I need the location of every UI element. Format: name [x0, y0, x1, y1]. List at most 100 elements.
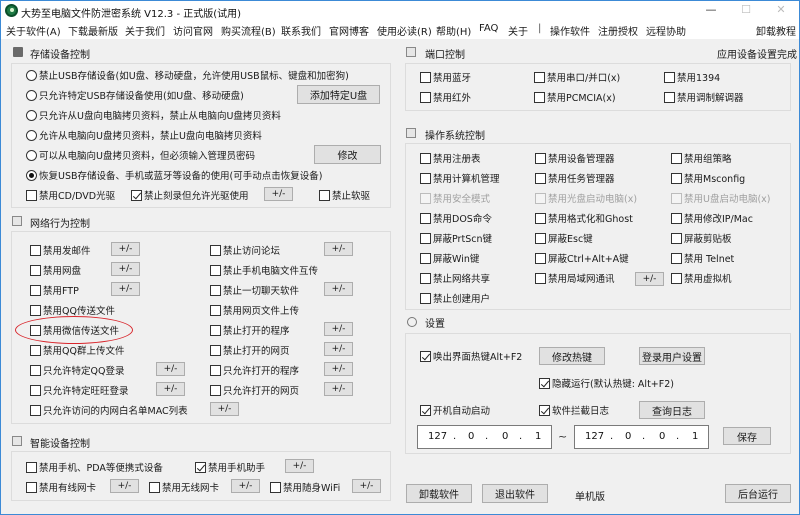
- checkbox-icon[interactable]: [534, 71, 545, 83]
- query-log-button[interactable]: 查询日志: [639, 401, 705, 419]
- checkbox-icon[interactable]: [420, 172, 431, 184]
- checkbox-icon[interactable]: [30, 244, 41, 256]
- disable-wireless-nic-checkbox[interactable]: 禁用无线网卡: [149, 480, 219, 494]
- disable-cd-dvd-checkbox[interactable]: 禁用CD/DVD光驱: [26, 188, 115, 202]
- radio-icon[interactable]: [26, 129, 37, 141]
- checkbox-checked-icon[interactable]: [539, 404, 550, 416]
- radio-icon[interactable]: [26, 109, 37, 121]
- uninstall-software-button[interactable]: 卸载软件: [406, 484, 472, 503]
- checkbox-icon[interactable]: [30, 384, 41, 396]
- ip-range-end-input[interactable]: 127 . 0 . 0 . 1: [574, 425, 709, 449]
- checkbox-icon[interactable]: [319, 189, 330, 201]
- checkbox-icon[interactable]: [210, 324, 221, 336]
- checkbox-icon[interactable]: [210, 304, 221, 316]
- menu-purchase[interactable]: 购买流程(B): [221, 23, 276, 38]
- menu-operate-software[interactable]: 操作软件: [550, 23, 590, 38]
- phone-assistant-pm-button[interactable]: +/-: [285, 459, 314, 473]
- os-checkbox-2[interactable]: 禁用组策略: [671, 151, 732, 165]
- checkbox-icon[interactable]: [535, 152, 546, 164]
- checkbox-icon[interactable]: [671, 252, 682, 264]
- checkbox-icon[interactable]: [420, 91, 431, 103]
- checkbox-icon[interactable]: [26, 481, 37, 493]
- modify-hotkey-button[interactable]: 修改热键: [539, 347, 605, 365]
- os-checkbox-15[interactable]: 屏蔽Win键: [420, 251, 479, 265]
- os-checkbox-16[interactable]: 屏蔽Ctrl+Alt+A键: [535, 251, 629, 265]
- network-right-checkbox-4[interactable]: 禁止打开的程序: [210, 323, 290, 337]
- os-checkbox-18[interactable]: 禁止网络共享: [420, 271, 490, 285]
- checkbox-icon[interactable]: [420, 152, 431, 164]
- wireless-nic-pm-button[interactable]: +/-: [231, 479, 260, 493]
- checkbox-icon[interactable]: [535, 272, 546, 284]
- os-checkbox-17[interactable]: 禁用 Telnet: [671, 251, 734, 265]
- network-left-checkbox-1[interactable]: 禁用网盘: [30, 263, 81, 277]
- radio-icon[interactable]: [26, 149, 37, 161]
- checkbox-icon[interactable]: [270, 481, 281, 493]
- os-checkbox-10[interactable]: 禁用格式化和Ghost: [535, 211, 633, 225]
- menu-must-read[interactable]: 使用必读(R): [377, 23, 432, 38]
- port-checkbox-1[interactable]: 禁用串口/并口(x): [534, 70, 620, 84]
- add-specific-usb-button[interactable]: 添加特定U盘: [297, 85, 380, 104]
- radio-icon[interactable]: [26, 89, 37, 101]
- checkbox-icon[interactable]: [671, 152, 682, 164]
- network-left-checkbox-7[interactable]: 只允许特定旺旺登录: [30, 383, 129, 397]
- modify-password-button[interactable]: 修改: [314, 145, 381, 164]
- checkbox-icon[interactable]: [534, 91, 545, 103]
- checkbox-icon[interactable]: [535, 232, 546, 244]
- network-right-pm-button-0[interactable]: +/-: [324, 242, 353, 256]
- menu-about[interactable]: 关于: [508, 23, 528, 38]
- network-right-checkbox-1[interactable]: 禁止手机电脑文件互传: [210, 263, 318, 277]
- os-checkbox-14[interactable]: 屏蔽剪贴板: [671, 231, 732, 245]
- maximize-button[interactable]: ☐: [726, 1, 766, 21]
- disable-floppy-checkbox[interactable]: 禁止软驱: [319, 188, 370, 202]
- menu-visit-website[interactable]: 访问官网: [173, 23, 213, 38]
- checkbox-icon[interactable]: [420, 292, 431, 304]
- os-checkbox-19[interactable]: 禁用局域网通讯: [535, 271, 615, 285]
- checkbox-icon[interactable]: [671, 172, 682, 184]
- os-checkbox-12[interactable]: 屏蔽PrtScn键: [420, 231, 492, 245]
- checkbox-icon[interactable]: [30, 344, 41, 356]
- network-right-checkbox-7[interactable]: 只允许打开的网页: [210, 383, 299, 397]
- network-right-pm-button-6[interactable]: +/-: [324, 362, 353, 376]
- autostart-checkbox[interactable]: 开机自动启动: [420, 403, 490, 417]
- network-left-pm-button-7[interactable]: +/-: [156, 382, 185, 396]
- menu-about-software[interactable]: 关于软件(A): [6, 23, 61, 38]
- checkbox-icon[interactable]: [420, 232, 431, 244]
- checkbox-icon[interactable]: [664, 71, 675, 83]
- menu-faq[interactable]: FAQ: [479, 23, 498, 34]
- network-left-checkbox-0[interactable]: 禁用发邮件: [30, 243, 91, 257]
- os-checkbox-9[interactable]: 禁用DOS命令: [420, 211, 492, 225]
- checkbox-icon[interactable]: [671, 212, 682, 224]
- checkbox-icon[interactable]: [30, 304, 41, 316]
- port-checkbox-4[interactable]: 禁用PCMCIA(x): [534, 90, 616, 104]
- port-checkbox-2[interactable]: 禁用1394: [664, 70, 720, 84]
- checkbox-icon[interactable]: [420, 71, 431, 83]
- save-button[interactable]: 保存: [723, 427, 771, 445]
- network-right-pm-button-2[interactable]: +/-: [324, 282, 353, 296]
- radio-icon[interactable]: [26, 69, 37, 81]
- disable-portable-wifi-checkbox[interactable]: 禁用随身WiFi: [270, 480, 340, 494]
- checkbox-icon[interactable]: [210, 364, 221, 376]
- wired-nic-pm-button[interactable]: +/-: [110, 479, 139, 493]
- network-left-pm-button-6[interactable]: +/-: [156, 362, 185, 376]
- storage-radio-specific-usb[interactable]: 只允许特定USB存储设备使用(如U盘、移动硬盘): [26, 88, 244, 102]
- port-checkbox-0[interactable]: 禁用蓝牙: [420, 70, 471, 84]
- os-checkbox-3[interactable]: 禁用计算机管理: [420, 171, 500, 185]
- network-left-pm-button-1[interactable]: +/-: [111, 262, 140, 276]
- exit-software-button[interactable]: 退出软件: [482, 484, 548, 503]
- radio-icon[interactable]: [26, 169, 37, 181]
- checkbox-icon[interactable]: [420, 252, 431, 264]
- checkbox-icon[interactable]: [535, 252, 546, 264]
- network-right-checkbox-6[interactable]: 只允许打开的程序: [210, 363, 299, 377]
- os-checkbox-20[interactable]: 禁用虚拟机: [671, 271, 732, 285]
- checkbox-checked-icon[interactable]: [131, 189, 142, 201]
- storage-radio-block-usb[interactable]: 禁止USB存储设备(如U盘、移动硬盘，允许使用USB鼠标、键盘和加密狗): [26, 68, 349, 82]
- network-left-checkbox-3[interactable]: 禁用QQ传送文件: [30, 303, 115, 317]
- checkbox-icon[interactable]: [30, 284, 41, 296]
- ip-range-start-input[interactable]: 127 . 0 . 0 . 1: [417, 425, 552, 449]
- os-checkbox-1[interactable]: 禁用设备管理器: [535, 151, 615, 165]
- checkbox-icon[interactable]: [210, 244, 221, 256]
- checkbox-checked-icon[interactable]: [539, 377, 550, 389]
- storage-radio-pc-to-usb[interactable]: 允许从电脑向U盘拷贝资料，禁止U盘向电脑拷贝资料: [26, 128, 262, 142]
- checkbox-icon[interactable]: [671, 272, 682, 284]
- checkbox-icon[interactable]: [210, 344, 221, 356]
